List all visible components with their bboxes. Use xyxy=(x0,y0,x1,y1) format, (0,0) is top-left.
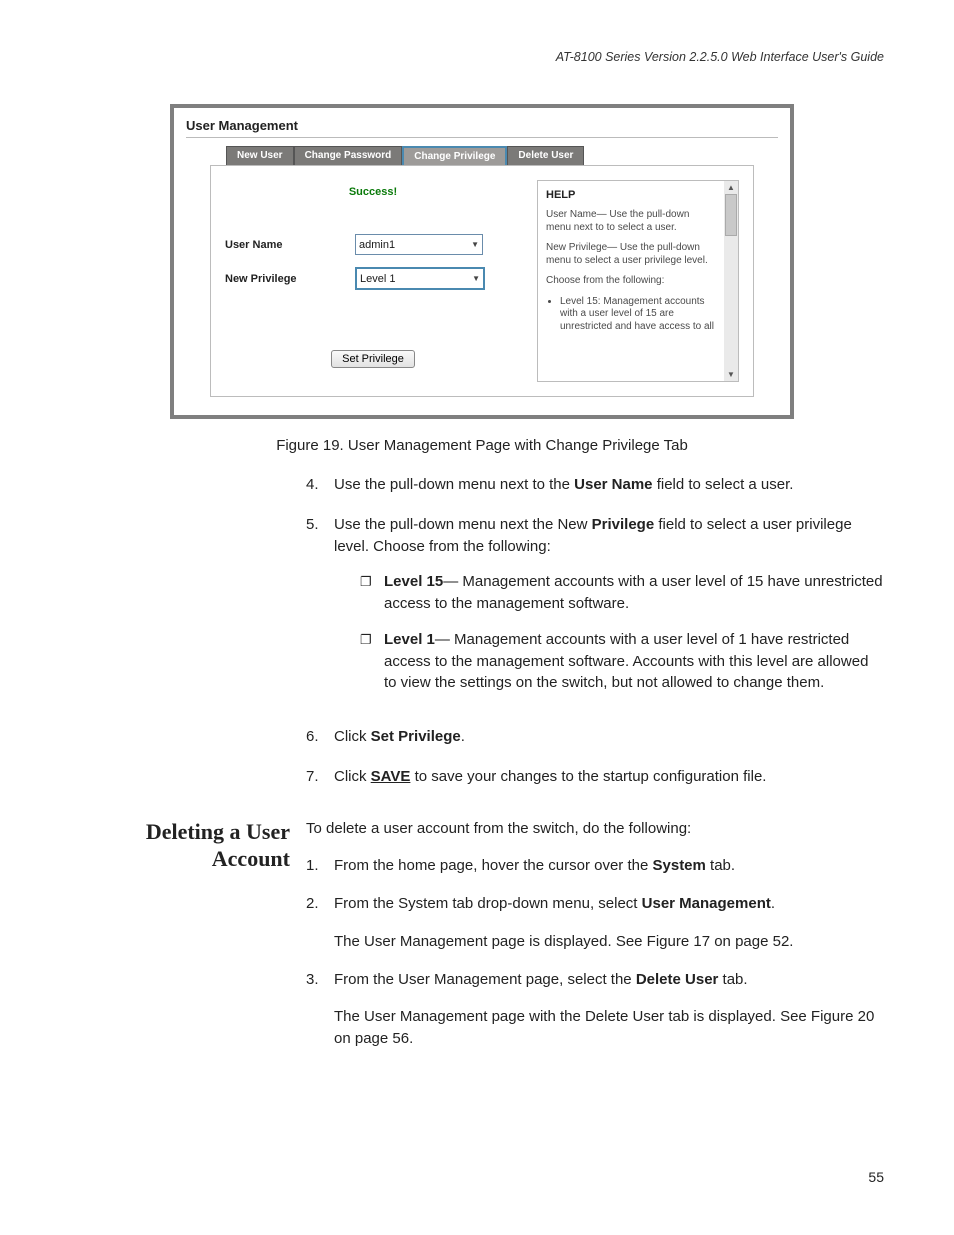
procedure-steps: 4. Use the pull-down menu next to the Us… xyxy=(306,474,884,788)
tab-change-privilege[interactable]: Change Privilege xyxy=(402,146,507,165)
procedure-steps: 3. From the User Management page, select… xyxy=(306,969,884,991)
help-heading: HELP xyxy=(546,189,716,201)
tab-delete-user[interactable]: Delete User xyxy=(507,146,584,165)
tab-new-user[interactable]: New User xyxy=(226,146,294,165)
step-text: From the home page, hover the cursor ove… xyxy=(334,855,735,877)
step-text: Click Set Privilege. xyxy=(334,726,884,748)
scrollbar[interactable]: ▲ ▼ xyxy=(724,181,738,381)
chevron-down-icon: ▼ xyxy=(471,240,479,249)
select-user-name-value: admin1 xyxy=(359,239,395,251)
success-message: Success! xyxy=(225,186,521,198)
help-text: Choose from the following: xyxy=(546,275,716,288)
step-text: From the System tab drop-down menu, sele… xyxy=(334,893,775,915)
select-new-privilege-value: Level 1 xyxy=(360,273,395,285)
user-management-screenshot: User Management New User Change Password… xyxy=(170,104,794,419)
running-header: AT-8100 Series Version 2.2.5.0 Web Inter… xyxy=(70,50,884,64)
procedure-steps: 1. From the home page, hover the cursor … xyxy=(306,855,884,915)
step-text: Level 15— Management accounts with a use… xyxy=(384,571,884,615)
scroll-thumb[interactable] xyxy=(725,194,737,236)
step-number: 2. xyxy=(306,893,334,915)
step-number: 7. xyxy=(306,766,334,788)
bullet-icon: ❐ xyxy=(360,629,384,694)
figure-caption: Figure 19. User Management Page with Cha… xyxy=(170,437,794,454)
tab-change-password[interactable]: Change Password xyxy=(294,146,403,165)
paragraph: The User Management page is displayed. S… xyxy=(334,931,884,953)
help-text: User Name— Use the pull-down menu next t… xyxy=(546,209,716,234)
step-number: 5. xyxy=(306,514,334,708)
step-text: Level 1— Management accounts with a user… xyxy=(384,629,884,694)
paragraph: To delete a user account from the switch… xyxy=(306,818,884,840)
figure-19: User Management New User Change Password… xyxy=(170,104,794,454)
step-text: Click SAVE to save your changes to the s… xyxy=(334,766,884,788)
page-number: 55 xyxy=(868,1169,884,1185)
step-text: Use the pull-down menu next to the User … xyxy=(334,474,884,496)
step-number: 4. xyxy=(306,474,334,496)
step-number: 1. xyxy=(306,855,334,877)
chevron-down-icon: ▼ xyxy=(472,274,480,283)
set-privilege-button[interactable]: Set Privilege xyxy=(331,350,415,368)
help-text: Level 15: Management accounts with a use… xyxy=(560,296,716,334)
label-new-privilege: New Privilege xyxy=(225,273,355,285)
select-new-privilege[interactable]: Level 1 ▼ xyxy=(355,267,485,290)
select-user-name[interactable]: admin1 ▼ xyxy=(355,234,483,255)
step-number: 3. xyxy=(306,969,334,991)
help-text: New Privilege— Use the pull-down menu to… xyxy=(546,242,716,267)
bullet-icon: ❐ xyxy=(360,571,384,615)
panel-title: User Management xyxy=(186,118,778,133)
paragraph: The User Management page with the Delete… xyxy=(334,1006,884,1050)
scroll-down-icon[interactable]: ▼ xyxy=(727,370,735,379)
scroll-up-icon[interactable]: ▲ xyxy=(727,183,735,192)
divider xyxy=(186,137,778,138)
tab-bar: New User Change Password Change Privileg… xyxy=(226,146,778,165)
label-user-name: User Name xyxy=(225,239,355,251)
step-number: 6. xyxy=(306,726,334,748)
tab-panel: Success! User Name admin1 ▼ New Privileg… xyxy=(210,165,754,397)
section-heading: Deleting a UserAccount xyxy=(70,818,306,1066)
help-panel: HELP User Name— Use the pull-down menu n… xyxy=(537,180,739,382)
step-text: Use the pull-down menu next the New Priv… xyxy=(334,514,884,708)
step-text: From the User Management page, select th… xyxy=(334,969,748,991)
